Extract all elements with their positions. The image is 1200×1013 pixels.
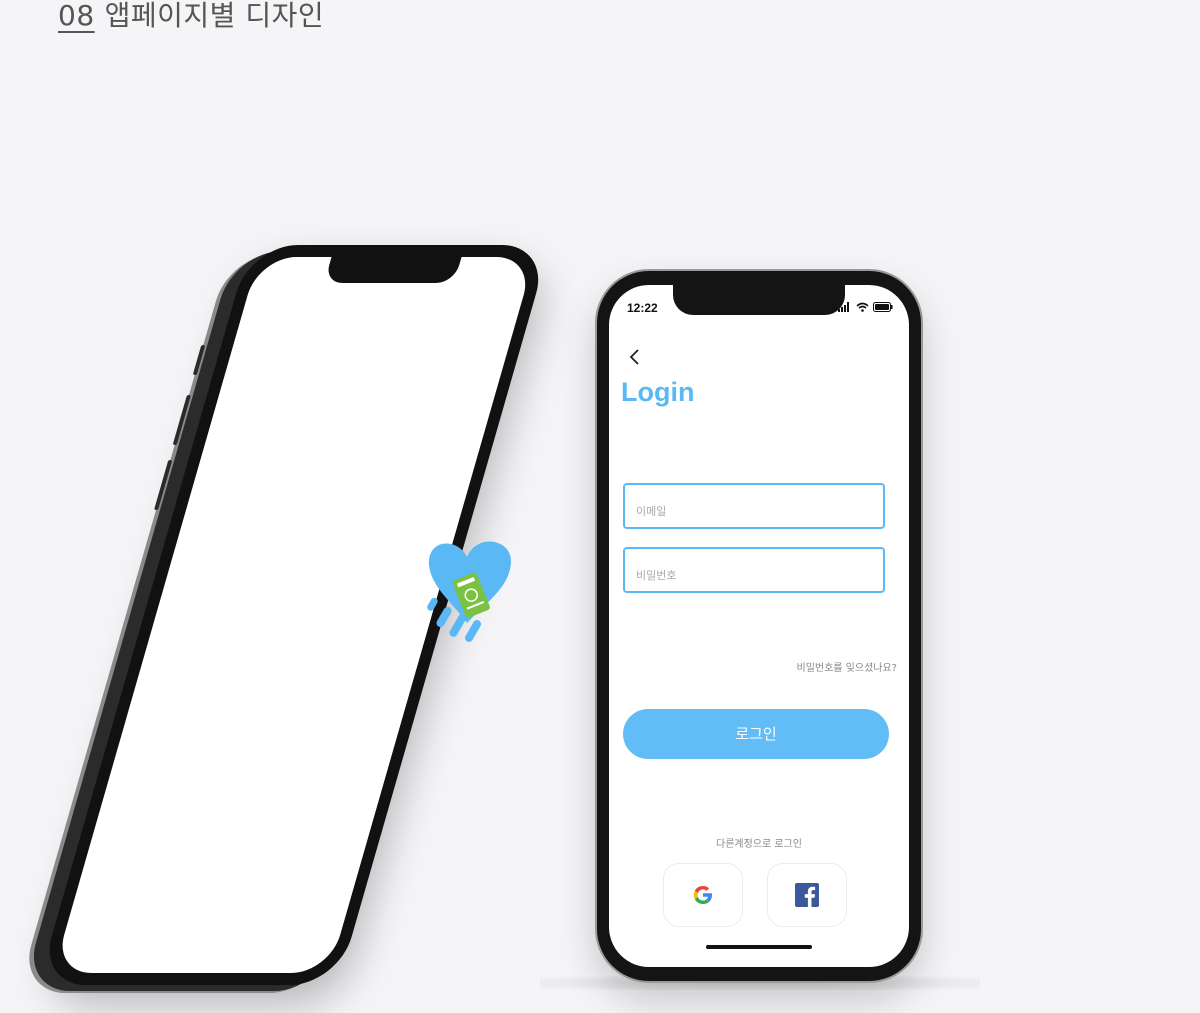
section-title: 앱페이지별 디자인 <box>104 0 325 32</box>
login-button[interactable]: 로그인 <box>623 709 889 759</box>
email-field[interactable]: 이메일 <box>623 483 885 529</box>
phone-notch <box>324 257 462 283</box>
home-indicator <box>706 945 812 949</box>
login-phone-mockup: 12:22 Login 이메일 비밀번호 비밀번호를 잊으셨나요? 로그인 다른… <box>597 271 921 981</box>
page-title: Login <box>621 377 695 407</box>
google-icon <box>693 886 712 904</box>
side-button <box>192 345 206 375</box>
login-screen: 12:22 Login 이메일 비밀번호 비밀번호를 잊으셨나요? 로그인 다른… <box>609 285 909 967</box>
status-icons <box>838 302 893 312</box>
battery-icon <box>873 302 893 312</box>
back-chevron-icon[interactable] <box>625 347 645 367</box>
facebook-login-button[interactable] <box>767 863 847 927</box>
google-login-button[interactable] <box>663 863 743 927</box>
status-time: 12:22 <box>627 301 658 315</box>
side-button <box>154 460 173 510</box>
splash-heart-logo <box>427 541 511 642</box>
other-accounts-label: 다른계정으로 로그인 <box>716 839 802 850</box>
side-button <box>172 395 191 445</box>
signal-icon <box>838 302 849 312</box>
phone-notch <box>673 285 845 315</box>
wifi-icon <box>856 302 869 312</box>
password-field[interactable]: 비밀번호 <box>623 547 885 593</box>
forgot-password-link[interactable]: 비밀번호를 잊으셨나요? <box>797 659 898 674</box>
section-number: 08 <box>58 0 95 32</box>
facebook-icon <box>795 883 819 907</box>
section-heading: 08 앱페이지별 디자인 <box>58 0 324 34</box>
